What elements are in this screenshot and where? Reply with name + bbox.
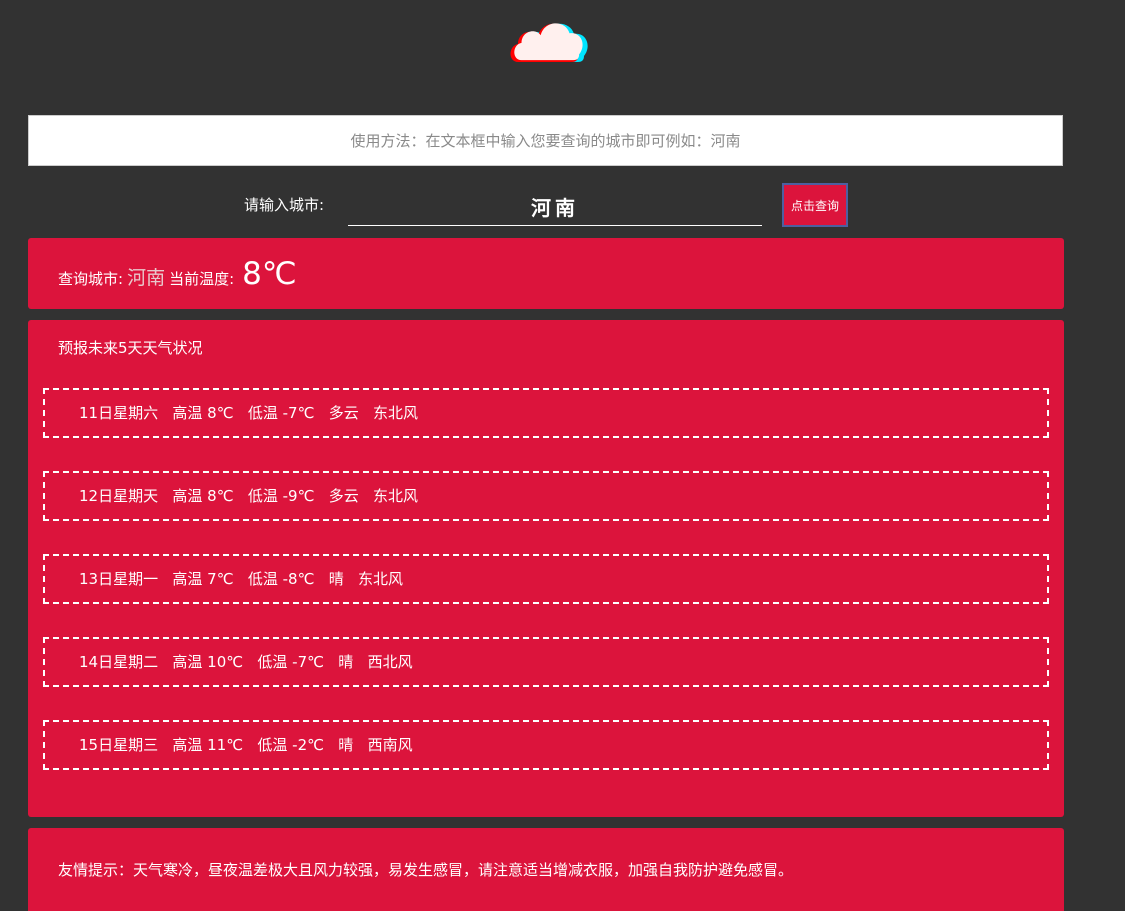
forecast-day-text: 15日星期三 高温 11℃ 低温 -2℃ 晴 西南风	[79, 736, 413, 754]
temperature-label: 当前温度:	[169, 270, 235, 288]
cloud-logo-icon	[506, 16, 590, 66]
forecast-day: 14日星期二 高温 10℃ 低温 -7℃ 晴 西北风	[43, 637, 1049, 687]
usage-instructions: 使用方法：在文本框中输入您要查询的城市即可例如：河南	[28, 115, 1063, 166]
tip-text: 友情提示：天气寒冷，昼夜温差极大且风力较强，易发生感冒，请注意适当增减衣服，加强…	[58, 861, 794, 879]
query-button[interactable]: 点击查询	[782, 183, 848, 227]
forecast-day-text: 12日星期天 高温 8℃ 低温 -9℃ 多云 东北风	[79, 487, 419, 505]
forecast-day: 12日星期天 高温 8℃ 低温 -9℃ 多云 东北风	[43, 471, 1049, 521]
forecast-day-text: 11日星期六 高温 8℃ 低温 -7℃ 多云 东北风	[79, 404, 419, 422]
city-input-label: 请输入城市:	[244, 196, 325, 214]
city-input[interactable]	[348, 188, 762, 226]
forecast-panel: 预报未来5天天气状况 11日星期六 高温 8℃ 低温 -7℃ 多云 东北风 12…	[28, 320, 1064, 817]
current-weather-panel: 查询城市: 河南 当前温度: 8℃	[28, 238, 1064, 309]
temperature-value: 8℃	[242, 256, 297, 292]
tip-panel: 友情提示：天气寒冷，昼夜温差极大且风力较强，易发生感冒，请注意适当增减衣服，加强…	[28, 828, 1064, 911]
city-value: 河南	[127, 267, 166, 289]
forecast-title: 预报未来5天天气状况	[58, 339, 203, 357]
forecast-day: 11日星期六 高温 8℃ 低温 -7℃ 多云 东北风	[43, 388, 1049, 438]
forecast-day-text: 14日星期二 高温 10℃ 低温 -7℃ 晴 西北风	[79, 653, 413, 671]
city-label: 查询城市:	[58, 270, 124, 288]
forecast-day-text: 13日星期一 高温 7℃ 低温 -8℃ 晴 东北风	[79, 570, 404, 588]
forecast-day: 15日星期三 高温 11℃ 低温 -2℃ 晴 西南风	[43, 720, 1049, 770]
forecast-day: 13日星期一 高温 7℃ 低温 -8℃ 晴 东北风	[43, 554, 1049, 604]
